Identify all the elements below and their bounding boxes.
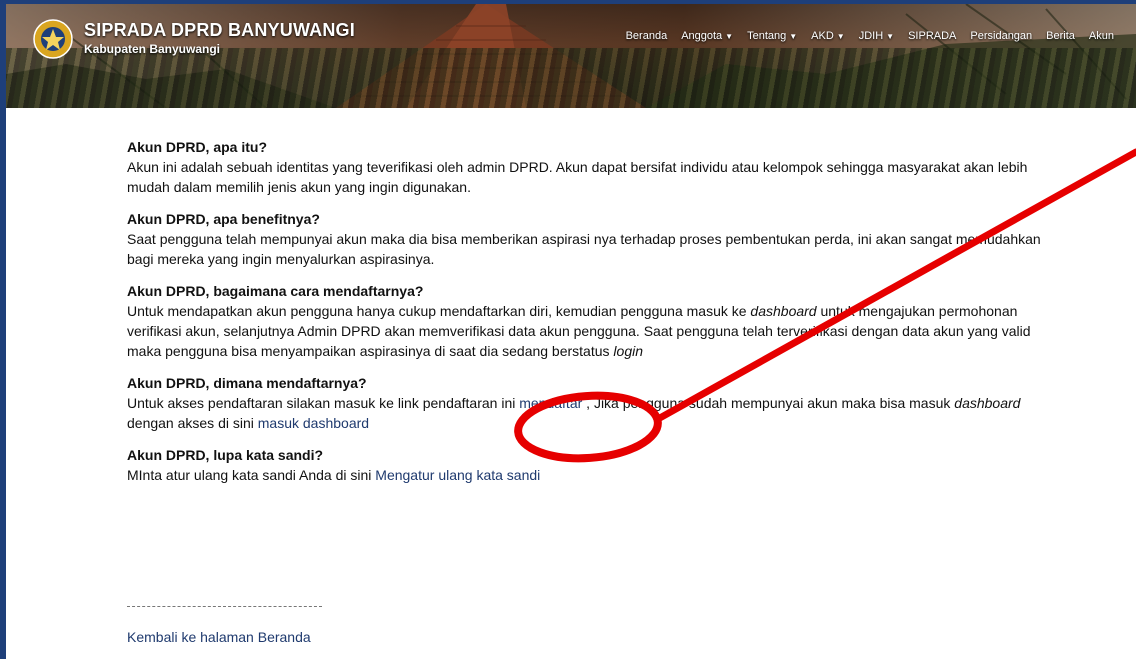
answer-text: Untuk mendapatkan akun pengguna hanya cu… xyxy=(127,303,751,319)
nav-item-tentang[interactable]: Tentang ▼ xyxy=(747,30,797,42)
answer-text: dengan akses di sini xyxy=(127,415,258,431)
nav-item-berita[interactable]: Berita xyxy=(1046,30,1075,42)
faq-item-dimana-mendaftar: Akun DPRD, dimana mendaftarnya? Untuk ak… xyxy=(127,373,1047,433)
nav-item-akun[interactable]: Akun xyxy=(1089,30,1114,42)
answer-text: MInta atur ulang kata sandi Anda di sini xyxy=(127,467,376,483)
nav-item-beranda[interactable]: Beranda xyxy=(626,30,668,42)
main-navigation: Beranda Anggota ▼ Tentang ▼ AKD ▼ JDIH ▼ SIP… xyxy=(626,30,1114,42)
nav-label: Beranda xyxy=(625,30,668,42)
nav-item-anggota[interactable]: Anggota ▼ xyxy=(681,30,733,42)
answer-text: Untuk akses pendaftaran silakan masuk ke… xyxy=(127,395,520,411)
faq-answer: Untuk akses pendaftaran silakan masuk ke… xyxy=(127,393,1047,433)
faq-item-benefit: Akun DPRD, apa benefitnya? Saat pengguna… xyxy=(127,209,1047,269)
site-subtitle: Kabupaten Banyuwangi xyxy=(84,42,221,56)
nav-label: Persidangan xyxy=(970,30,1033,42)
faq-question: Akun DPRD, apa itu? xyxy=(127,139,268,155)
faq-content: Akun DPRD, apa itu? Akun ini adalah sebu… xyxy=(127,137,1047,497)
faq-item-lupa-sandi: Akun DPRD, lupa kata sandi? MInta atur u… xyxy=(127,445,1047,485)
masuk-dashboard-link[interactable]: masuk dashboard xyxy=(258,415,369,431)
footer-divider xyxy=(127,606,322,607)
nav-label: JDIH xyxy=(858,30,884,42)
caret-down-icon: ▼ xyxy=(886,32,895,41)
nav-label: SIPRADA xyxy=(908,30,957,42)
dprd-emblem-icon[interactable] xyxy=(32,18,74,60)
faq-item-apa-itu: Akun DPRD, apa itu? Akun ini adalah sebu… xyxy=(127,137,1047,197)
faq-question: Akun DPRD, bagaimana cara mendaftarnya? xyxy=(127,283,424,299)
faq-question: Akun DPRD, lupa kata sandi? xyxy=(127,447,324,463)
faq-answer: Akun ini adalah sebuah identitas yang te… xyxy=(127,159,1028,195)
faq-question: Akun DPRD, apa benefitnya? xyxy=(127,211,320,227)
faq-answer: Untuk mendapatkan akun pengguna hanya cu… xyxy=(127,301,1047,361)
nav-label: Tentang xyxy=(747,30,787,42)
site-header: SIPRADA DPRD BANYUWANGI Kabupaten Banyuw… xyxy=(6,4,1136,108)
answer-emphasis: dashboard xyxy=(954,395,1021,411)
faq-answer: Saat pengguna telah mempunyai akun maka … xyxy=(127,231,1041,267)
faq-answer: MInta atur ulang kata sandi Anda di sini… xyxy=(127,465,1047,485)
caret-down-icon: ▼ xyxy=(789,32,798,41)
nav-label: AKD xyxy=(811,30,834,42)
browser-viewport: SIPRADA DPRD BANYUWANGI Kabupaten Banyuw… xyxy=(6,4,1136,659)
answer-emphasis: dashboard xyxy=(750,303,817,319)
answer-emphasis: login xyxy=(613,343,644,359)
header-palms-decoration xyxy=(6,48,1136,108)
site-title[interactable]: SIPRADA DPRD BANYUWANGI xyxy=(84,20,355,41)
mendaftar-link[interactable]: mendaftar xyxy=(519,395,582,411)
nav-item-persidangan[interactable]: Persidangan xyxy=(970,30,1032,42)
caret-down-icon: ▼ xyxy=(836,32,845,41)
nav-label: Akun xyxy=(1088,30,1114,42)
nav-item-akd[interactable]: AKD ▼ xyxy=(811,30,845,42)
nav-item-jdih[interactable]: JDIH ▼ xyxy=(859,30,894,42)
nav-label: Berita xyxy=(1046,30,1075,42)
faq-question: Akun DPRD, dimana mendaftarnya? xyxy=(127,375,367,391)
back-to-home-link[interactable]: Kembali ke halaman Beranda xyxy=(127,629,311,645)
answer-text: , Jika pengguna sudah mempunyai akun mak… xyxy=(582,395,955,411)
reset-password-link[interactable]: Mengatur ulang kata sandi xyxy=(375,467,540,483)
nav-label: Anggota xyxy=(681,30,723,42)
faq-item-cara-mendaftar: Akun DPRD, bagaimana cara mendaftarnya? … xyxy=(127,281,1047,361)
caret-down-icon: ▼ xyxy=(725,32,734,41)
nav-item-siprada[interactable]: SIPRADA xyxy=(908,30,956,42)
